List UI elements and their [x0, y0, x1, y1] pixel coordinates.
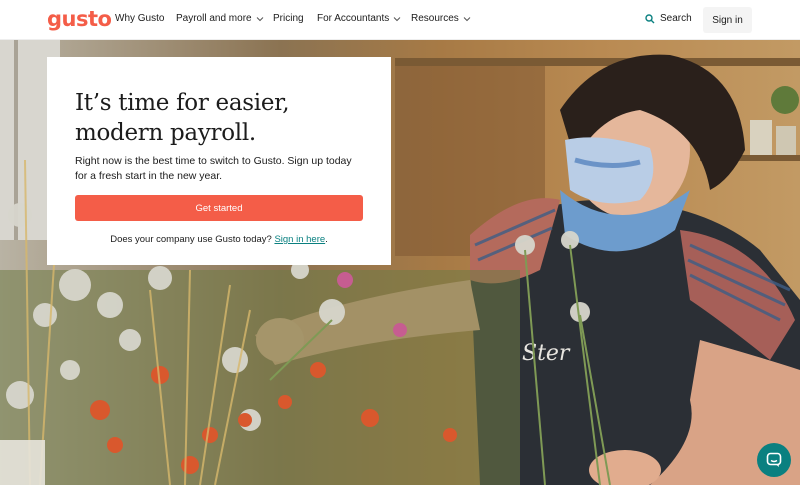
- nav-pricing[interactable]: Pricing: [273, 13, 304, 24]
- top-navigation: gusto Why Gusto Payroll and more Pricing…: [0, 0, 800, 40]
- chevron-down-icon: [393, 16, 401, 21]
- hero-title: It’s time for easier, modern payroll.: [75, 88, 363, 148]
- nav-why-gusto[interactable]: Why Gusto: [115, 13, 164, 24]
- sign-in-button[interactable]: Sign in: [703, 7, 752, 33]
- nav-pricing-label: Pricing: [273, 13, 304, 24]
- nav-resources[interactable]: Resources: [411, 13, 471, 24]
- chevron-down-icon: [463, 16, 471, 21]
- hero-title-line1: It’s time for easier,: [75, 90, 290, 116]
- sign-in-here-link[interactable]: Sign in here: [274, 234, 325, 245]
- nav-payroll-label: Payroll and more: [176, 13, 252, 24]
- nav-resources-label: Resources: [411, 13, 459, 24]
- svg-text:Ster: Ster: [522, 341, 571, 366]
- chat-bubble-icon: [766, 452, 782, 467]
- search-icon: [645, 13, 655, 23]
- hero-subtitle: Right now is the best time to switch to …: [75, 155, 352, 182]
- chevron-down-icon: [256, 16, 263, 21]
- search-button[interactable]: Search: [645, 13, 692, 24]
- hero-card: It’s time for easier, modern payroll. Ri…: [47, 57, 391, 265]
- search-label: Search: [660, 13, 692, 24]
- sign-in-prompt-suffix: .: [325, 234, 328, 245]
- nav-payroll-and-more[interactable]: Payroll and more: [176, 13, 264, 24]
- chat-launcher-button[interactable]: [757, 443, 791, 477]
- nav-why-gusto-label: Why Gusto: [115, 13, 165, 24]
- get-started-button[interactable]: Get started: [75, 195, 363, 221]
- nav-for-accountants[interactable]: For Accountants: [317, 13, 401, 24]
- nav-accountants-label: For Accountants: [317, 13, 390, 24]
- sign-in-prompt-text: Does your company use Gusto today?: [110, 234, 272, 245]
- sign-in-prompt: Does your company use Gusto today? Sign …: [75, 234, 363, 245]
- hero-title-line2: modern payroll.: [75, 120, 256, 146]
- gusto-logo[interactable]: gusto: [47, 7, 112, 31]
